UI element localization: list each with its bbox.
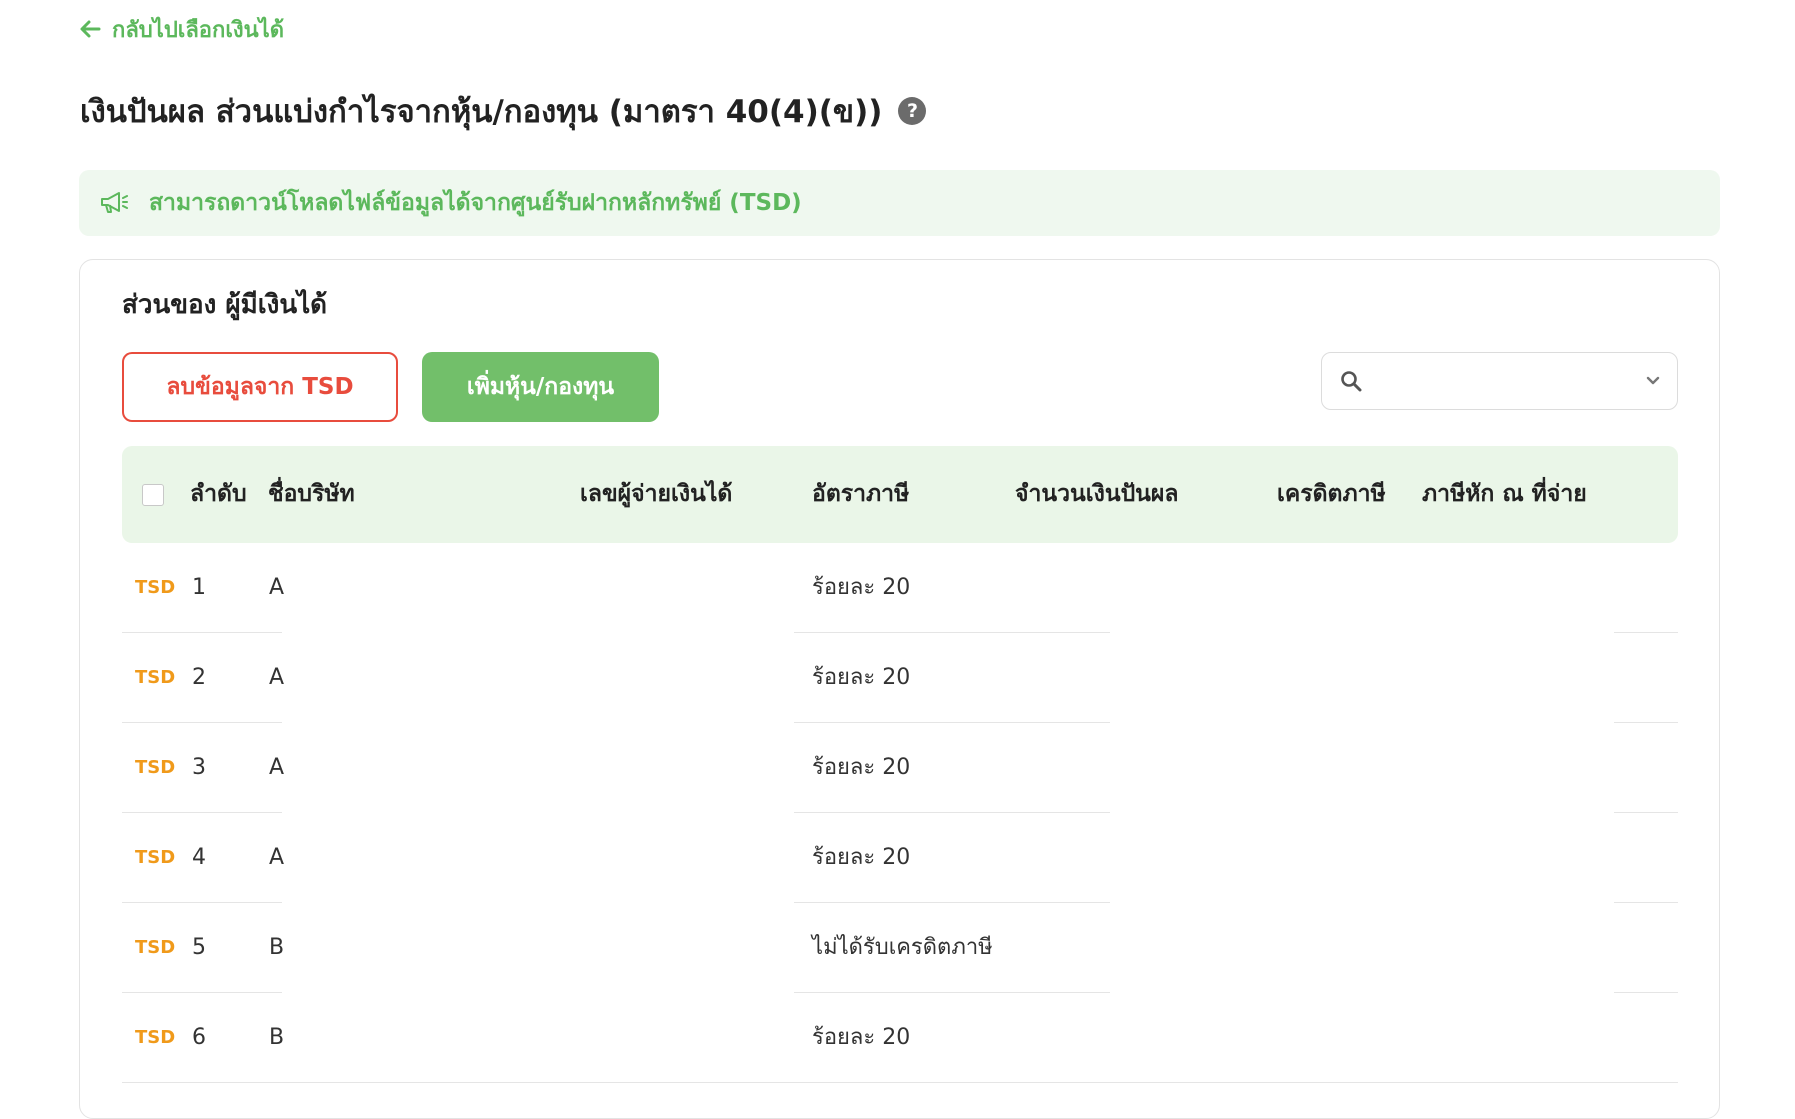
row-tax-rate: ร้อยละ 20 [812, 665, 911, 690]
col-company: ชื่อบริษัท [268, 481, 355, 507]
row-company: B [269, 1025, 285, 1050]
back-link[interactable]: กลับไปเลือกเงินได้ [78, 12, 284, 46]
search-icon [1341, 371, 1362, 392]
back-link-label: กลับไปเลือกเงินได้ [112, 17, 284, 43]
add-stock-button[interactable]: เพิ่มหุ้น/กองทุน [422, 352, 659, 422]
search-input[interactable] [1376, 368, 1645, 394]
row-no: 6 [192, 1025, 206, 1050]
table-row[interactable]: TSD 2 A ร้อยละ 20 [122, 633, 1678, 723]
megaphone-icon [101, 192, 128, 213]
select-all-checkbox[interactable] [142, 484, 164, 506]
row-company: B [269, 935, 285, 960]
table-row[interactable]: TSD 5 B ไม่ได้รับเครดิตภาษี [122, 903, 1678, 993]
table-header: ลำดับ ชื่อบริษัท เลขผู้จ่ายเงินได้ อัตรา… [122, 446, 1678, 543]
row-company: A [269, 755, 285, 780]
row-company: A [269, 845, 285, 870]
tsd-badge: TSD [135, 667, 176, 688]
page-title: เงินปันผล ส่วนแบ่งกำไรจากหุ้น/กองทุน (มา… [80, 94, 883, 130]
tsd-badge: TSD [135, 937, 176, 958]
row-no: 2 [192, 665, 206, 690]
row-tax-rate: ร้อยละ 20 [812, 575, 911, 600]
row-tax-rate: ร้อยละ 20 [812, 755, 911, 780]
col-no: ลำดับ [190, 481, 247, 507]
notice-text: สามารถดาวน์โหลดไฟล์ข้อมูลได้จากศูนย์รับฝ… [149, 190, 802, 216]
col-tax-rate: อัตราภาษี [812, 481, 910, 507]
row-no: 5 [192, 935, 206, 960]
help-icon[interactable]: ? [898, 97, 927, 125]
table-row[interactable]: TSD 1 A ร้อยละ 20 [122, 543, 1678, 633]
remove-tsd-button[interactable]: ลบข้อมูลจาก TSD [122, 352, 398, 422]
table-row[interactable]: TSD 4 A ร้อยละ 20 [122, 813, 1678, 903]
col-dividend: จำนวนเงินปันผล [1015, 481, 1179, 507]
col-payer-id: เลขผู้จ่ายเงินได้ [580, 481, 733, 507]
section-title: ส่วนของ ผู้มีเงินได้ [122, 290, 328, 320]
notice-banner: สามารถดาวน์โหลดไฟล์ข้อมูลได้จากศูนย์รับฝ… [79, 170, 1720, 236]
tsd-badge: TSD [135, 847, 176, 868]
row-tax-rate: ร้อยละ 20 [812, 1025, 911, 1050]
arrow-left-icon [80, 20, 101, 38]
tsd-badge: TSD [135, 757, 176, 778]
chevron-down-icon[interactable] [1645, 375, 1661, 387]
col-withholding: ภาษีหัก ณ ที่จ่าย [1422, 481, 1587, 507]
col-tax-credit: เครดิตภาษี [1277, 481, 1386, 507]
table-row[interactable]: TSD 3 A ร้อยละ 20 [122, 723, 1678, 813]
row-no: 4 [192, 845, 206, 870]
row-divider [122, 1081, 1678, 1083]
row-company: A [269, 665, 285, 690]
search-dropdown[interactable] [1321, 352, 1678, 410]
tsd-badge: TSD [135, 1027, 176, 1048]
row-company: A [269, 575, 285, 600]
income-card: ส่วนของ ผู้มีเงินได้ ลบข้อมูลจาก TSD เพิ… [79, 259, 1720, 1119]
table-row[interactable]: TSD 6 B ร้อยละ 20 [122, 993, 1678, 1083]
tsd-badge: TSD [135, 577, 176, 598]
row-tax-rate: ไม่ได้รับเครดิตภาษี [812, 935, 993, 960]
page-title-row: เงินปันผล ส่วนแบ่งกำไรจากหุ้น/กองทุน (มา… [80, 84, 927, 138]
row-no: 1 [192, 575, 206, 600]
row-no: 3 [192, 755, 206, 780]
row-tax-rate: ร้อยละ 20 [812, 845, 911, 870]
